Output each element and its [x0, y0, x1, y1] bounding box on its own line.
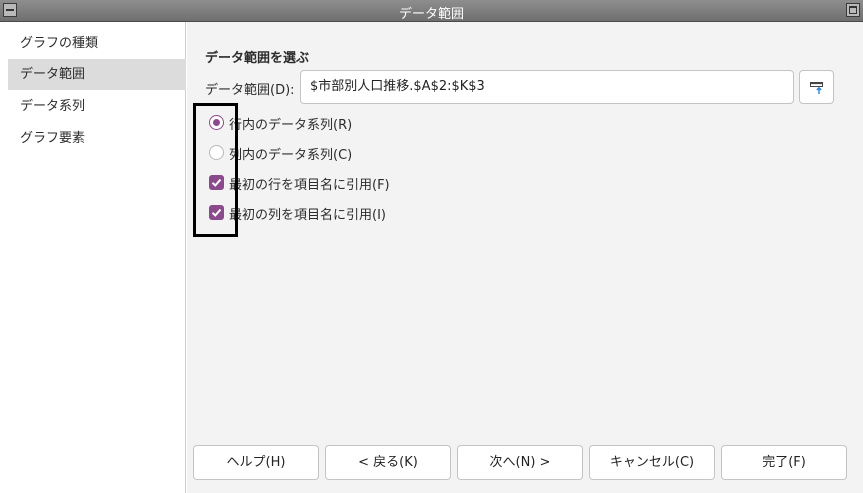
option-label: 最初の行を項目名に引用(F)	[229, 178, 390, 193]
option-label: 列内のデータ系列(C)	[229, 148, 353, 163]
range-label: データ範囲(D):	[205, 83, 295, 98]
wizard-steps-sidebar: グラフの種類 データ範囲 データ系列 グラフ要素	[0, 22, 186, 493]
sidebar-item-data-series[interactable]: データ系列	[8, 91, 186, 122]
next-button[interactable]: 次へ(N) >	[457, 445, 583, 480]
finish-button[interactable]: 完了(F)	[721, 445, 847, 480]
annotation-highlight-box	[193, 103, 238, 237]
title-bar: データ範囲	[0, 0, 863, 22]
select-range-icon	[810, 82, 823, 94]
back-button[interactable]: < 戻る(K)	[325, 445, 451, 480]
sidebar-item-chart-elements[interactable]: グラフ要素	[8, 123, 186, 154]
sidebar-item-data-range[interactable]: データ範囲	[8, 59, 186, 90]
sidebar-item-chart-type[interactable]: グラフの種類	[8, 28, 186, 59]
help-button[interactable]: ヘルプ(H)	[193, 445, 319, 480]
window-title: データ範囲	[398, 7, 464, 22]
option-label: 最初の列を項目名に引用(I)	[229, 208, 386, 223]
main-panel: データ範囲を選ぶ データ範囲(D): $市部別人口推移.$A$2:$K$3 行内…	[187, 22, 863, 493]
section-title: データ範囲を選ぶ	[205, 51, 310, 66]
maximize-icon[interactable]	[846, 3, 860, 17]
option-label: 行内のデータ系列(R)	[229, 118, 353, 133]
shrink-dialog-button[interactable]	[799, 70, 834, 104]
range-input[interactable]: $市部別人口推移.$A$2:$K$3	[300, 70, 794, 104]
cancel-button[interactable]: キャンセル(C)	[589, 445, 715, 480]
